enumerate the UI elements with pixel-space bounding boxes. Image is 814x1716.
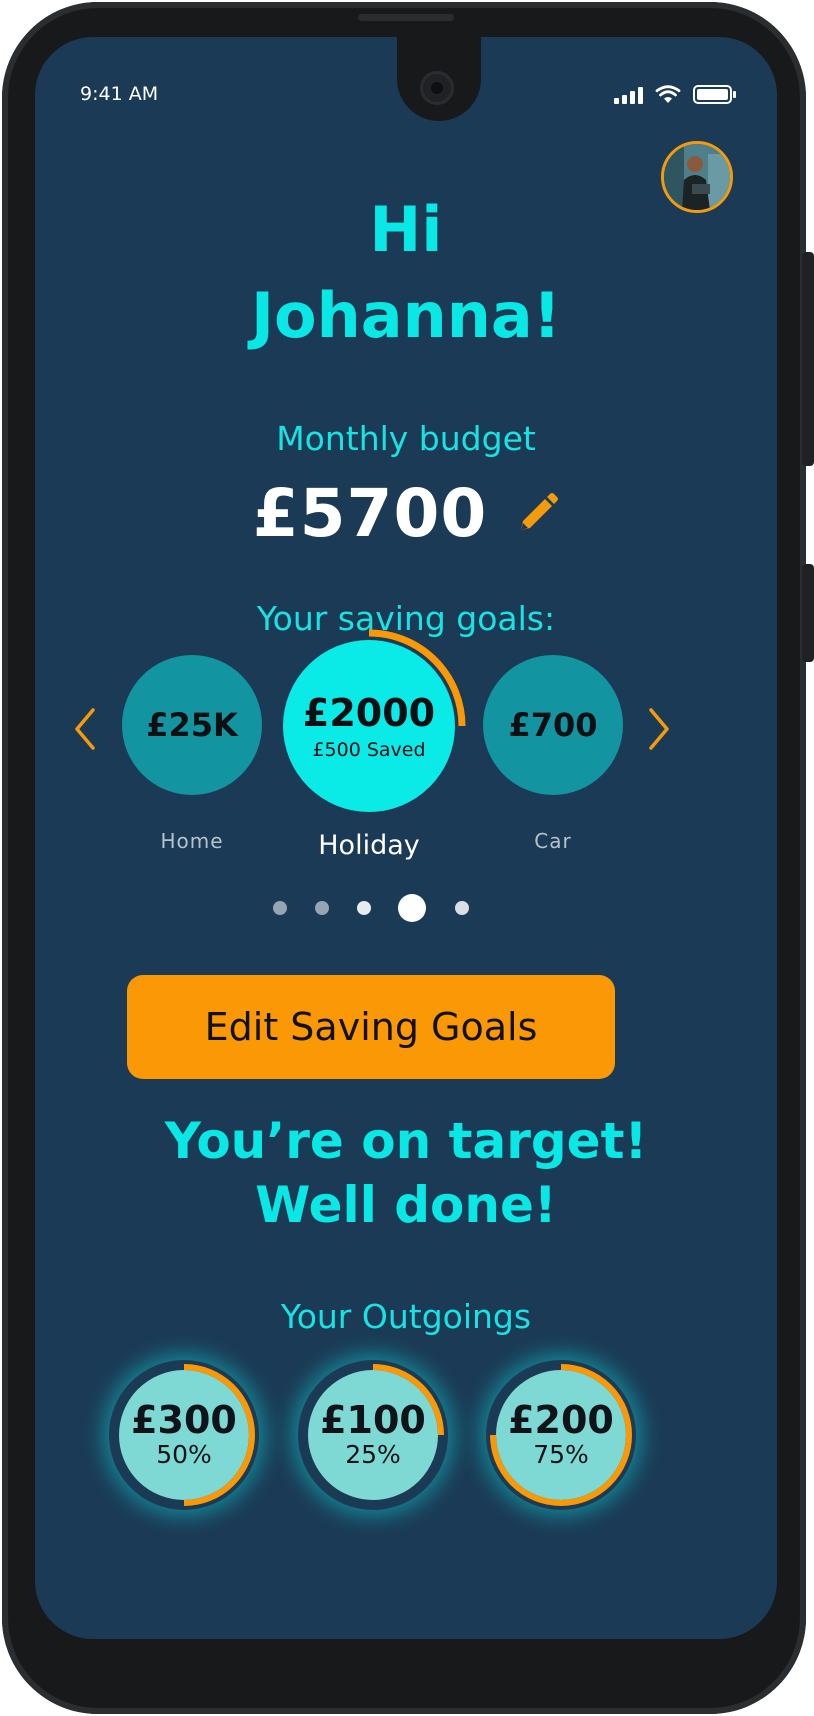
chevron-right-icon[interactable] bbox=[645, 707, 673, 751]
goal-amount: £2000 bbox=[302, 691, 436, 735]
goal-amount: £25K bbox=[146, 706, 238, 744]
outgoing-1[interactable]: £300 50% bbox=[109, 1360, 259, 1510]
status-icons bbox=[614, 85, 737, 104]
budget-label: Monthly budget bbox=[276, 419, 536, 458]
front-camera bbox=[420, 71, 454, 105]
outgoing-percent: 25% bbox=[345, 1440, 401, 1469]
budget-value: £5700 bbox=[252, 475, 488, 552]
greeting-name: Johanna! bbox=[250, 279, 562, 352]
goal-home[interactable]: £25K bbox=[122, 655, 262, 795]
budget-row: £5700 bbox=[35, 475, 777, 552]
app-screen: 9:41 AM Hi Johanna! Monthly budget £5700… bbox=[35, 37, 777, 1639]
pencil-icon[interactable] bbox=[515, 492, 559, 536]
greeting: Hi Johanna! bbox=[35, 187, 777, 359]
power-button bbox=[802, 564, 814, 662]
status-message: You’re on target! Well done! bbox=[35, 1109, 777, 1237]
volume-button bbox=[802, 252, 814, 466]
outgoing-amount: £300 bbox=[131, 1398, 237, 1442]
wifi-icon bbox=[655, 85, 681, 103]
phone-frame: 9:41 AM Hi Johanna! Monthly budget £5700… bbox=[2, 2, 814, 1714]
goal-saved: £500 Saved bbox=[312, 739, 426, 761]
outgoing-percent: 50% bbox=[156, 1440, 212, 1469]
outgoing-percent: 75% bbox=[533, 1440, 589, 1469]
pagination-dot[interactable] bbox=[315, 901, 329, 915]
carousel-pagination bbox=[273, 893, 493, 922]
outgoing-amount: £200 bbox=[508, 1398, 614, 1442]
status-message-line-2: Well done! bbox=[255, 1176, 557, 1234]
status-time: 9:41 AM bbox=[80, 83, 159, 105]
goal-label-home: Home bbox=[160, 829, 224, 853]
goal-holiday[interactable]: £2000 £500 Saved bbox=[283, 640, 455, 812]
goal-car[interactable]: £700 bbox=[483, 655, 623, 795]
speaker-grille bbox=[358, 14, 454, 21]
signal-icon bbox=[614, 86, 643, 104]
edit-saving-goals-button[interactable]: Edit Saving Goals bbox=[127, 975, 615, 1079]
outgoings-label: Your Outgoings bbox=[280, 1297, 532, 1336]
greeting-line-1: Hi bbox=[369, 193, 443, 266]
chevron-left-icon[interactable] bbox=[71, 707, 99, 751]
battery-icon bbox=[693, 85, 736, 104]
status-message-line-1: You’re on target! bbox=[164, 1112, 648, 1170]
pagination-dot[interactable] bbox=[455, 901, 469, 915]
goal-amount: £700 bbox=[508, 706, 598, 744]
pagination-dot[interactable] bbox=[273, 901, 287, 915]
pagination-dot-active[interactable] bbox=[398, 894, 426, 922]
outgoing-3[interactable]: £200 75% bbox=[486, 1360, 636, 1510]
goal-label-holiday: Holiday bbox=[318, 830, 420, 861]
goal-label-car: Car bbox=[534, 829, 572, 853]
outgoing-amount: £100 bbox=[320, 1398, 426, 1442]
outgoing-2[interactable]: £100 25% bbox=[298, 1360, 448, 1510]
pagination-dot[interactable] bbox=[357, 901, 371, 915]
